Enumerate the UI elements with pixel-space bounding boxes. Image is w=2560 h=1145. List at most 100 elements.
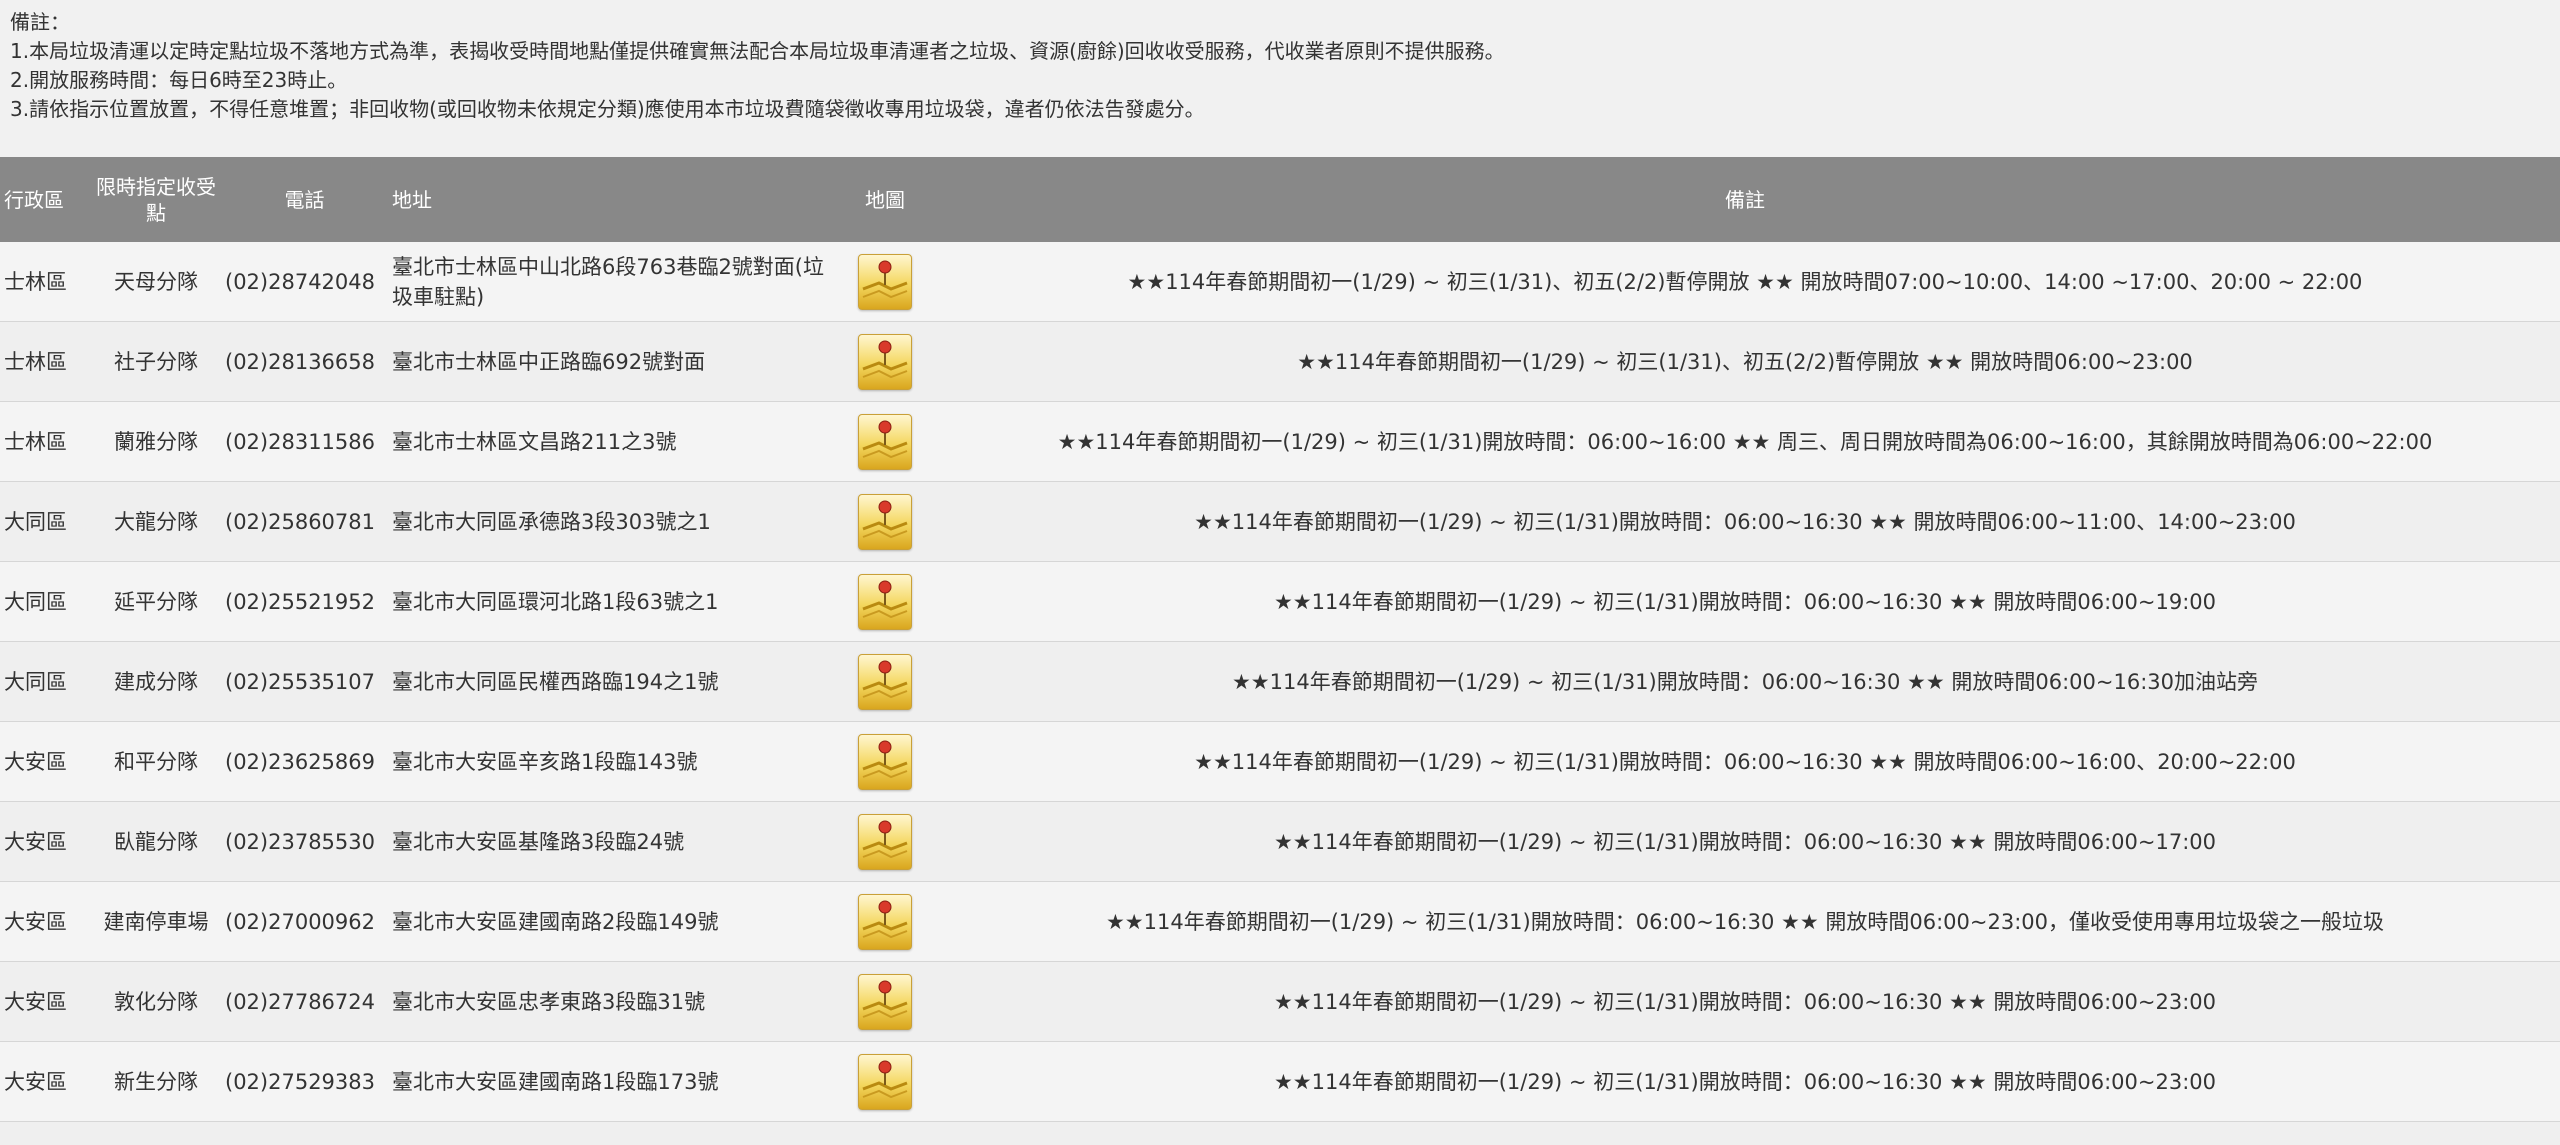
header-address: 地址 bbox=[388, 157, 840, 242]
cell-map bbox=[840, 641, 930, 722]
cell-site: 天母分隊 bbox=[91, 242, 221, 322]
cell-district: 大安區 bbox=[0, 801, 91, 882]
cell-remark: ★★114年春節期間初一(1/29) ~ 初三(1/31)開放時間：06:00~… bbox=[930, 721, 2560, 802]
cell-map bbox=[840, 561, 930, 642]
map-icon[interactable] bbox=[858, 493, 912, 550]
map-icon[interactable] bbox=[858, 893, 912, 950]
table-row: 士林區 社子分隊 (02)28136658 臺北市士林區中正路臨692號對面 ★★114… bbox=[0, 321, 2560, 402]
cell-address: 臺北市大安區建國南路2段臨149號 bbox=[388, 881, 840, 962]
table-row: 大安區 建南停車場 (02)27000962 臺北市大安區建國南路2段臨149號 ★★1… bbox=[0, 881, 2560, 962]
cell-map bbox=[840, 401, 930, 482]
cell-phone: (02)23625869 bbox=[221, 721, 388, 802]
table-row: 士林區 天母分隊 (02)28742048 臺北市士林區中山北路6段763巷臨2號對面… bbox=[0, 242, 2560, 322]
map-icon[interactable] bbox=[858, 253, 912, 310]
table-row: 大安區 臥龍分隊 (02)23785530 臺北市大安區基隆路3段臨24號 ★★114年… bbox=[0, 801, 2560, 882]
map-icon[interactable] bbox=[858, 413, 912, 470]
table-row: 大安區 和平分隊 (02)23625869 臺北市大安區辛亥路1段臨143號 ★★114… bbox=[0, 721, 2560, 802]
table-row: 大安區 敦化分隊 (02)27786724 臺北市大安區忠孝東路3段臨31號 ★★114… bbox=[0, 961, 2560, 1042]
note-line-1: 1.本局垃圾清運以定時定點垃圾不落地方式為準，表揭收受時間地點僅提供確實無法配合… bbox=[10, 39, 1505, 63]
cell-address: 臺北市大同區承德路3段303號之1 bbox=[388, 481, 840, 562]
table-header-row: 行政區 限時指定收受點 電話 地址 地圖 備註 bbox=[0, 157, 2560, 242]
cell-district: 大同區 bbox=[0, 561, 91, 642]
cell-phone: (02)23785530 bbox=[221, 801, 388, 882]
cell-remark: ★★114年春節期間初一(1/29) ~ 初三(1/31)開放時間：06:00~… bbox=[930, 1041, 2560, 1122]
cell-address: 臺北市士林區文昌路211之3號 bbox=[388, 401, 840, 482]
cell-empty bbox=[0, 1121, 91, 1145]
cell-map bbox=[840, 321, 930, 402]
cell-map bbox=[840, 961, 930, 1042]
header-map: 地圖 bbox=[840, 157, 930, 242]
cell-remark: ★★114年春節期間初一(1/29) ~ 初三(1/31)、初五(2/2)暫停開… bbox=[930, 242, 2560, 322]
table-row: 大同區 延平分隊 (02)25521952 臺北市大同區環河北路1段63號之1 ★★11… bbox=[0, 561, 2560, 642]
cell-address: 臺北市士林區中正路臨692號對面 bbox=[388, 321, 840, 402]
cell-map bbox=[840, 242, 930, 322]
cell-site: 蘭雅分隊 bbox=[91, 401, 221, 482]
table-row-partial bbox=[0, 1121, 2560, 1145]
cell-phone: (02)25521952 bbox=[221, 561, 388, 642]
cell-remark: ★★114年春節期間初一(1/29) ~ 初三(1/31)開放時間：06:00~… bbox=[930, 641, 2560, 722]
cell-site: 社子分隊 bbox=[91, 321, 221, 402]
cell-empty bbox=[388, 1121, 840, 1145]
note-line-3: 3.請依指示位置放置，不得任意堆置；非回收物(或回收物未依規定分類)應使用本市垃… bbox=[10, 97, 1205, 121]
schedule-table: 行政區 限時指定收受點 電話 地址 地圖 備註 士林區 天母分隊 (02)28742… bbox=[0, 157, 2560, 1145]
cell-site: 大龍分隊 bbox=[91, 481, 221, 562]
notes-section: 備註： 1.本局垃圾清運以定時定點垃圾不落地方式為準，表揭收受時間地點僅提供確實… bbox=[0, 0, 2560, 150]
cell-district: 大安區 bbox=[0, 721, 91, 802]
cell-map bbox=[840, 881, 930, 962]
map-icon[interactable] bbox=[858, 733, 912, 790]
cell-site: 建南停車場 bbox=[91, 881, 221, 962]
table-row: 大同區 大龍分隊 (02)25860781 臺北市大同區承德路3段303號之1 ★★11… bbox=[0, 481, 2560, 562]
table-row: 大同區 建成分隊 (02)25535107 臺北市大同區民權西路臨194之1號 ★★11… bbox=[0, 641, 2560, 722]
cell-address: 臺北市士林區中山北路6段763巷臨2號對面(垃圾車駐點) bbox=[388, 242, 840, 322]
table-row: 士林區 蘭雅分隊 (02)28311586 臺北市士林區文昌路211之3號 ★★114年… bbox=[0, 401, 2560, 482]
header-site: 限時指定收受點 bbox=[91, 157, 221, 242]
cell-map bbox=[840, 801, 930, 882]
cell-address: 臺北市大安區建國南路1段臨173號 bbox=[388, 1041, 840, 1122]
note-line-2: 2.開放服務時間：每日6時至23時止。 bbox=[10, 68, 348, 92]
cell-map bbox=[840, 1041, 930, 1122]
cell-remark: ★★114年春節期間初一(1/29) ~ 初三(1/31)開放時間：06:00~… bbox=[930, 481, 2560, 562]
header-district: 行政區 bbox=[0, 157, 91, 242]
cell-phone: (02)25535107 bbox=[221, 641, 388, 722]
cell-remark: ★★114年春節期間初一(1/29) ~ 初三(1/31)開放時間：06:00~… bbox=[930, 881, 2560, 962]
cell-phone: (02)27529383 bbox=[221, 1041, 388, 1122]
notes-heading: 備註： bbox=[10, 10, 70, 34]
cell-empty bbox=[221, 1121, 388, 1145]
cell-map bbox=[840, 721, 930, 802]
cell-district: 大同區 bbox=[0, 481, 91, 562]
cell-address: 臺北市大同區環河北路1段63號之1 bbox=[388, 561, 840, 642]
page: 備註： 1.本局垃圾清運以定時定點垃圾不落地方式為準，表揭收受時間地點僅提供確實… bbox=[0, 0, 2560, 1145]
cell-remark: ★★114年春節期間初一(1/29) ~ 初三(1/31)、初五(2/2)暫停開… bbox=[930, 321, 2560, 402]
header-phone: 電話 bbox=[221, 157, 388, 242]
cell-phone: (02)28742048 bbox=[221, 242, 388, 322]
map-icon[interactable] bbox=[858, 573, 912, 630]
table-row: 大安區 新生分隊 (02)27529383 臺北市大安區建國南路1段臨173號 ★★11… bbox=[0, 1041, 2560, 1122]
map-icon[interactable] bbox=[858, 653, 912, 710]
cell-phone: (02)27786724 bbox=[221, 961, 388, 1042]
cell-district: 士林區 bbox=[0, 242, 91, 322]
cell-site: 新生分隊 bbox=[91, 1041, 221, 1122]
cell-phone: (02)27000962 bbox=[221, 881, 388, 962]
map-icon[interactable] bbox=[858, 813, 912, 870]
header-remark: 備註 bbox=[930, 157, 2560, 242]
map-icon[interactable] bbox=[858, 333, 912, 390]
map-icon[interactable] bbox=[858, 1053, 912, 1110]
cell-district: 大同區 bbox=[0, 641, 91, 722]
cell-district: 士林區 bbox=[0, 401, 91, 482]
cell-remark: ★★114年春節期間初一(1/29) ~ 初三(1/31)開放時間：06:00~… bbox=[930, 401, 2560, 482]
cell-map bbox=[840, 481, 930, 562]
cell-site: 和平分隊 bbox=[91, 721, 221, 802]
cell-address: 臺北市大安區基隆路3段臨24號 bbox=[388, 801, 840, 882]
cell-district: 大安區 bbox=[0, 1041, 91, 1122]
cell-empty bbox=[840, 1121, 930, 1145]
cell-phone: (02)25860781 bbox=[221, 481, 388, 562]
cell-phone: (02)28311586 bbox=[221, 401, 388, 482]
cell-district: 士林區 bbox=[0, 321, 91, 402]
cell-address: 臺北市大安區辛亥路1段臨143號 bbox=[388, 721, 840, 802]
cell-site: 延平分隊 bbox=[91, 561, 221, 642]
cell-empty bbox=[930, 1121, 2560, 1145]
map-icon[interactable] bbox=[858, 973, 912, 1030]
cell-remark: ★★114年春節期間初一(1/29) ~ 初三(1/31)開放時間：06:00~… bbox=[930, 961, 2560, 1042]
cell-empty bbox=[91, 1121, 221, 1145]
table-body: 士林區 天母分隊 (02)28742048 臺北市士林區中山北路6段763巷臨2號對面… bbox=[0, 242, 2560, 1145]
